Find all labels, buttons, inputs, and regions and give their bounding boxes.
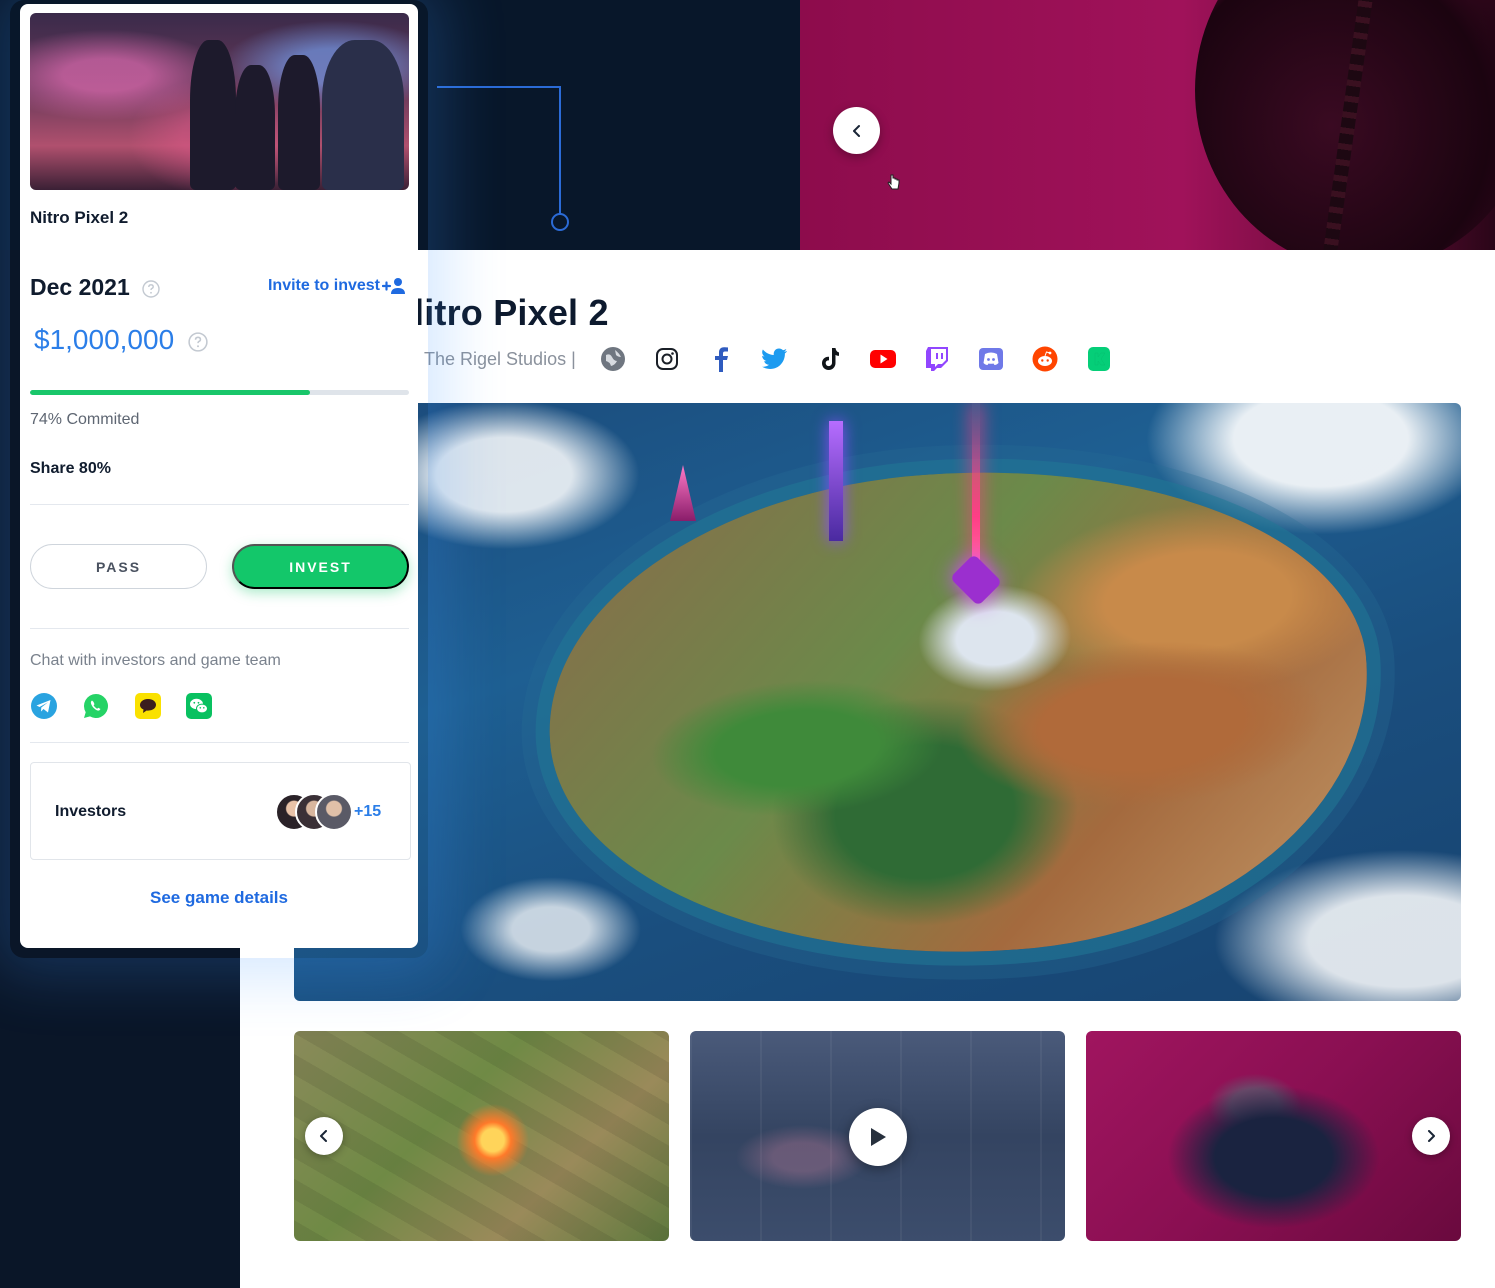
help-icon[interactable] <box>188 331 208 352</box>
studio-name: The Rigel Studios | <box>424 348 576 369</box>
add-user-icon <box>382 278 405 294</box>
instagram-icon[interactable] <box>640 343 694 375</box>
kickstarter-icon[interactable] <box>1072 343 1126 375</box>
invest-button[interactable]: INVEST <box>232 544 409 589</box>
gallery-thumbnail-character[interactable] <box>1086 1031 1461 1241</box>
gallery-prev-button[interactable] <box>305 1117 343 1155</box>
investors-panel[interactable]: Investors +15 <box>30 762 411 860</box>
chat-icons-row <box>30 692 212 725</box>
divider <box>30 504 409 505</box>
globe-icon[interactable] <box>586 343 640 375</box>
robot-figure <box>322 40 404 190</box>
invite-to-invest-link[interactable]: Invite to invest <box>268 277 408 295</box>
hero-figure <box>278 55 320 190</box>
share-label: Share 80% <box>30 460 111 477</box>
card-game-image <box>30 13 409 190</box>
investors-extra-count: +15 <box>354 803 382 820</box>
hero-banner-image <box>800 0 1495 250</box>
gallery-next-button[interactable] <box>1412 1117 1450 1155</box>
hand-cursor-icon <box>887 174 900 190</box>
hero-figure <box>235 65 275 190</box>
invite-label: Invite to invest <box>267 277 380 294</box>
reddit-icon[interactable] <box>1018 343 1072 375</box>
help-icon[interactable] <box>142 280 160 298</box>
game-title: litro Pixel 2 <box>414 292 609 333</box>
avatar <box>315 793 353 831</box>
play-video-button[interactable] <box>849 1108 907 1166</box>
pink-spire <box>670 465 696 521</box>
twitter-icon[interactable] <box>748 343 802 375</box>
funding-progress-bar <box>30 390 409 395</box>
see-game-details-link[interactable]: See game details <box>20 888 418 908</box>
hero-prev-button[interactable] <box>833 107 880 154</box>
funding-progress-fill <box>30 390 311 395</box>
gallery-thumbnail-battle[interactable] <box>294 1031 669 1241</box>
commited-label: 74% Commited <box>30 411 140 428</box>
play-icon <box>871 1128 886 1146</box>
pass-button[interactable]: PASS <box>30 544 207 589</box>
youtube-icon[interactable] <box>856 343 910 375</box>
kakaotalk-icon[interactable] <box>134 692 162 725</box>
chevron-left-icon <box>320 1130 327 1142</box>
connector-line <box>559 86 561 214</box>
investment-card: Nitro Pixel 2 Dec 2021 Invite to invest … <box>20 4 418 948</box>
lightning-tower <box>829 421 843 541</box>
game-key-art[interactable] <box>294 403 1461 1001</box>
chat-label: Chat with investors and game team <box>30 652 281 669</box>
divider <box>30 628 409 629</box>
funding-amount: $1,000,000 <box>34 324 208 356</box>
island-illustration <box>533 444 1385 982</box>
funding-amount-value: $1,000,000 <box>34 324 175 355</box>
chevron-right-icon <box>1428 1130 1435 1142</box>
funding-date-value: Dec 2021 <box>30 274 130 300</box>
investors-label: Investors <box>55 803 127 820</box>
whatsapp-icon[interactable] <box>82 692 110 725</box>
connector-dot <box>551 213 569 231</box>
card-game-title: Nitro Pixel 2 <box>30 208 129 227</box>
facebook-icon[interactable] <box>694 343 748 375</box>
funding-date: Dec 2021 <box>30 274 160 301</box>
studio-row: The Rigel Studios | <box>424 343 1126 375</box>
robot-figure <box>190 40 236 190</box>
discord-icon[interactable] <box>964 343 1018 375</box>
connector-line <box>437 86 561 88</box>
tiktok-icon[interactable] <box>802 343 856 375</box>
divider <box>30 742 409 743</box>
chevron-left-icon <box>852 124 860 137</box>
twitch-icon[interactable] <box>910 343 964 375</box>
wechat-icon[interactable] <box>186 693 212 724</box>
telegram-icon[interactable] <box>30 692 58 725</box>
